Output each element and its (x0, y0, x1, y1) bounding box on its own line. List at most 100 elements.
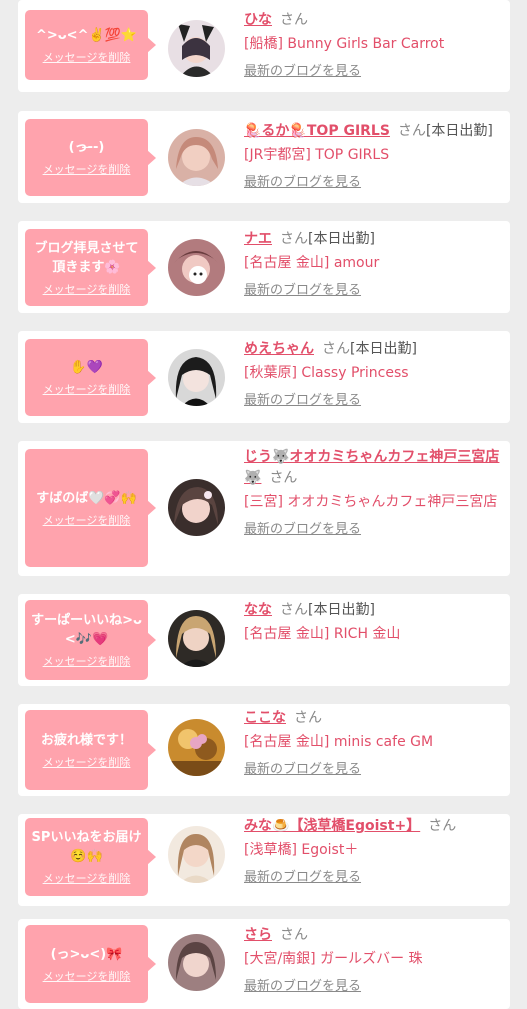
message-text: (っ>ᴗ<)🎀 (50, 946, 123, 962)
latest-blog-link[interactable]: 最新のブログを見る (244, 521, 361, 539)
message-card: ✋💜 メッセージを削除 めえちゃん さん[本日出勤] [秋葉原] Classy P… (18, 331, 510, 423)
message-bubble: (っ-̶-) メッセージを削除 (25, 119, 156, 196)
latest-blog-link[interactable]: 最新のブログを見る (244, 761, 361, 779)
name-line: じう🐺オオカミちゃんカフェ神戸三宮店🐺 さん (244, 447, 504, 489)
message-card: ^>ᴗ<^✌️💯⭐ メッセージを削除 ひな さん [船橋] Bunny Girls… (18, 0, 510, 92)
message-text: ✋💜 (70, 360, 103, 375)
card-info: ここな さん [名古屋 金山] minis cafe GM 最新のブログを見る (244, 708, 504, 779)
shop-name: [三宮] オオカミちゃんカフェ神戸三宮店 (244, 494, 498, 510)
message-text: ブログ拝見させて頂きます🌸 (34, 240, 139, 275)
delete-message-link[interactable]: メッセージを削除 (43, 872, 131, 886)
honorific: さん (269, 470, 298, 486)
delete-message-link[interactable]: メッセージを削除 (43, 756, 131, 770)
shop-name: [浅草橋] Egoist＋ (244, 842, 359, 858)
message-text: ^>ᴗ<^✌️💯⭐ (35, 27, 138, 43)
latest-blog-link[interactable]: 最新のブログを見る (244, 869, 361, 887)
honorific: さん (322, 341, 350, 357)
message-bubble: すばのば🤍💞🙌 メッセージを削除 (25, 449, 156, 567)
work-status: [本日出勤] (308, 231, 375, 247)
name-line: みな🍮【浅草橋Egoist+】 さん (244, 816, 504, 837)
message-card: すばのば🤍💞🙌 メッセージを削除 じう🐺オオカミちゃんカフェ神戸三宮店🐺 さん [… (18, 441, 510, 576)
latest-blog-link[interactable]: 最新のブログを見る (244, 174, 361, 192)
message-card: ブログ拝見させて頂きます🌸 メッセージを削除 ナエ さん[本日出勤] [名古屋 金… (18, 221, 510, 313)
shop-name: [名古屋 金山] minis cafe GM (244, 734, 434, 750)
honorific: さん (428, 818, 457, 834)
message-card: すーぱーいいね>ᴗ<🎶💗 メッセージを削除 なな さん[本日出勤] [名古屋 金山… (18, 594, 510, 686)
message-bubble: ブログ拝見させて頂きます🌸 メッセージを削除 (25, 229, 156, 306)
card-info: めえちゃん さん[本日出勤] [秋葉原] Classy Princess 最新のブ… (244, 339, 504, 410)
avatar[interactable] (168, 20, 225, 77)
shop-name: [秋葉原] Classy Princess (244, 365, 409, 381)
delete-message-link[interactable]: メッセージを削除 (43, 383, 131, 397)
girl-name-link[interactable]: さら (244, 927, 272, 943)
avatar[interactable] (168, 239, 225, 296)
card-info: さら さん [大宮/南銀] ガールズバー 珠 最新のブログを見る (244, 925, 504, 996)
work-status: [本日出勤] (425, 123, 493, 139)
avatar[interactable] (168, 610, 225, 667)
name-line: さら さん (244, 925, 504, 946)
honorific: さん (280, 927, 308, 943)
card-info: ひな さん [船橋] Bunny Girls Bar Carrot 最新のブログを… (244, 10, 504, 81)
avatar[interactable] (168, 719, 225, 776)
card-info: なな さん[本日出勤] [名古屋 金山] RICH 金山 (244, 600, 504, 645)
work-status: [本日出勤] (350, 341, 417, 357)
message-text: SPいいねをお届け☺️🙌 (31, 830, 142, 864)
name-line: めえちゃん さん[本日出勤] (244, 339, 504, 360)
girl-name-link[interactable]: ひな (244, 12, 272, 28)
message-bubble: ✋💜 メッセージを削除 (25, 339, 156, 416)
shop-name: [名古屋 金山] RICH 金山 (244, 626, 401, 642)
message-bubble: SPいいねをお届け☺️🙌 メッセージを削除 (25, 818, 156, 896)
message-card: お疲れ様です！ メッセージを削除 ここな さん [名古屋 金山] minis ca… (18, 704, 510, 796)
avatar[interactable] (168, 934, 225, 991)
girl-name-link[interactable]: ナエ (244, 231, 272, 247)
name-line: ひな さん (244, 10, 504, 31)
message-bubble: ^>ᴗ<^✌️💯⭐ メッセージを削除 (25, 10, 156, 80)
avatar[interactable] (168, 826, 225, 883)
shop-name: [船橋] Bunny Girls Bar Carrot (244, 36, 445, 52)
message-bubble: (っ>ᴗ<)🎀 メッセージを削除 (25, 925, 156, 1003)
girl-name-link[interactable]: ここな (244, 710, 286, 726)
shop-name: [名古屋 金山] amour (244, 255, 380, 271)
name-line: 🪼るか🪼TOP GIRLS さん[本日出勤] (244, 121, 504, 142)
message-card: (っ>ᴗ<)🎀 メッセージを削除 さら さん [大宮/南銀] ガールズバー 珠 最… (18, 919, 510, 1009)
delete-message-link[interactable]: メッセージを削除 (43, 163, 131, 177)
delete-message-link[interactable]: メッセージを削除 (43, 970, 131, 984)
card-info: 🪼るか🪼TOP GIRLS さん[本日出勤] [JR宇都宮] TOP GIRLS … (244, 121, 504, 192)
latest-blog-link[interactable]: 最新のブログを見る (244, 282, 361, 300)
message-card: (っ-̶-) メッセージを削除 🪼るか🪼TOP GIRLS さん[本日出勤] [J… (18, 111, 510, 203)
delete-message-link[interactable]: メッセージを削除 (43, 51, 131, 65)
honorific: さん (294, 710, 322, 726)
card-info: みな🍮【浅草橋Egoist+】 さん [浅草橋] Egoist＋ 最新のブログを見… (244, 816, 504, 887)
message-text: (っ-̶-) (68, 140, 105, 155)
girl-name-link[interactable]: めえちゃん (244, 341, 314, 357)
honorific: さん (397, 123, 426, 139)
message-card: SPいいねをお届け☺️🙌 メッセージを削除 みな🍮【浅草橋Egoist+】 さん … (18, 814, 510, 906)
girl-name-link[interactable]: みな🍮【浅草橋Egoist+】 (244, 818, 420, 834)
avatar[interactable] (168, 349, 225, 406)
card-info: じう🐺オオカミちゃんカフェ神戸三宮店🐺 さん [三宮] オオカミちゃんカフェ神戸三… (244, 447, 504, 539)
honorific: さん (280, 602, 308, 618)
avatar[interactable] (168, 129, 225, 186)
name-line: ここな さん (244, 708, 504, 729)
work-status: [本日出勤] (308, 602, 375, 618)
shop-name: [大宮/南銀] ガールズバー 珠 (244, 951, 423, 967)
card-info: ナエ さん[本日出勤] [名古屋 金山] amour 最新のブログを見る (244, 229, 504, 300)
delete-message-link[interactable]: メッセージを削除 (43, 655, 131, 669)
delete-message-link[interactable]: メッセージを削除 (43, 514, 131, 528)
honorific: さん (280, 231, 308, 247)
message-text: お疲れ様です！ (40, 732, 132, 748)
girl-name-link[interactable]: なな (244, 602, 272, 618)
message-text: すーぱーいいね>ᴗ<🎶💗 (31, 613, 142, 647)
name-line: なな さん[本日出勤] (244, 600, 504, 621)
latest-blog-link[interactable]: 最新のブログを見る (244, 978, 361, 996)
avatar[interactable] (168, 479, 225, 536)
message-bubble: すーぱーいいね>ᴗ<🎶💗 メッセージを削除 (25, 600, 156, 680)
honorific: さん (280, 12, 308, 28)
latest-blog-link[interactable]: 最新のブログを見る (244, 63, 361, 81)
latest-blog-link[interactable]: 最新のブログを見る (244, 392, 361, 410)
delete-message-link[interactable]: メッセージを削除 (43, 283, 131, 297)
girl-name-link[interactable]: 🪼るか🪼TOP GIRLS (244, 123, 390, 139)
name-line: ナエ さん[本日出勤] (244, 229, 504, 250)
shop-name: [JR宇都宮] TOP GIRLS (244, 147, 390, 163)
message-bubble: お疲れ様です！ メッセージを削除 (25, 710, 156, 790)
